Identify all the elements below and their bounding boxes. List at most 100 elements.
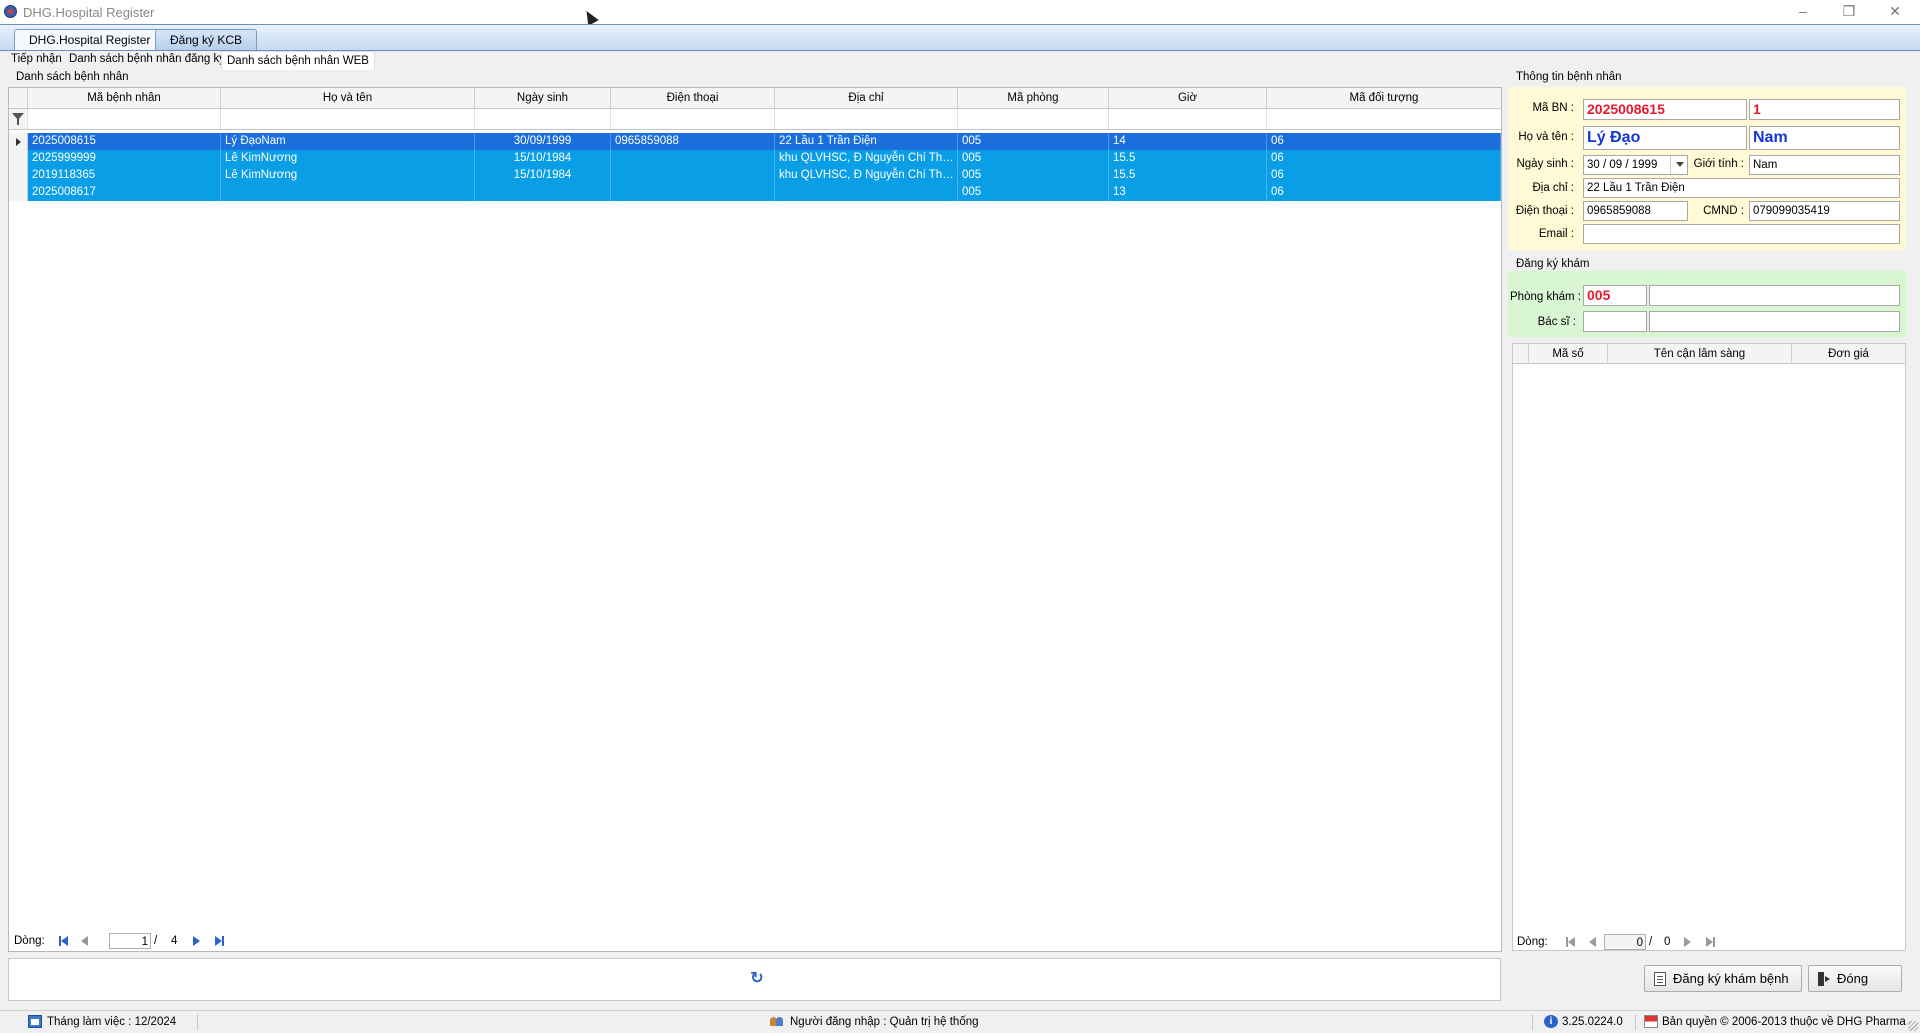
column-header[interactable]: Họ và tên (221, 88, 475, 108)
cell-dia-chi[interactable]: khu QLVHSC, Đ Nguyễn Chí Thanh (775, 167, 958, 184)
dia-chi-field[interactable]: 22 Lầu 1 Trần Điện (1583, 178, 1900, 198)
close-button[interactable]: Đóng (1808, 965, 1902, 992)
phong-kham-code-field[interactable]: 005 (1583, 285, 1647, 306)
cmnd-field[interactable]: 079099035419 (1749, 201, 1900, 221)
tab-hospital-register[interactable]: DHG.Hospital Register (14, 29, 166, 50)
filter-cell[interactable] (1267, 109, 1501, 129)
cell-ma-phong[interactable]: 005 (958, 167, 1109, 184)
cell-gio[interactable]: 15.5 (1109, 150, 1267, 167)
last-page-icon[interactable] (212, 933, 228, 951)
cell-ma-phong[interactable]: 005 (958, 184, 1109, 201)
cell-gio[interactable]: 13 (1109, 184, 1267, 201)
ma-bn-seq-field[interactable]: 1 (1749, 99, 1900, 120)
cell-dien-thoai[interactable] (611, 184, 775, 201)
table-row[interactable]: 2025008615 Lý ĐạoNam 30/09/1999 09658590… (9, 133, 1501, 150)
filter-cell[interactable] (1109, 109, 1267, 129)
cell-ma-phong[interactable]: 005 (958, 150, 1109, 167)
patient-grid-pager: Dòng: 1 / 4 (14, 933, 314, 951)
ten-field[interactable]: Nam (1749, 126, 1900, 150)
ma-bn-field[interactable]: 2025008615 (1583, 99, 1747, 120)
resize-grip-icon[interactable] (1908, 1021, 1918, 1031)
cell-ho-ten[interactable]: Lê KimNương (221, 167, 475, 184)
subtab-danh-sach-dang-ky[interactable]: Danh sách bệnh nhân đăng ký (69, 53, 225, 65)
cell-dia-chi[interactable]: khu QLVHSC, Đ Nguyễn Chí Thanh (775, 150, 958, 167)
table-row[interactable]: 2025999999 Lê KimNương 15/10/1984 khu QL… (9, 150, 1501, 167)
cell-ma-benh-nhan[interactable]: 2019118365 (28, 167, 221, 184)
table-row[interactable]: 2025008617 005 13 06 (9, 184, 1501, 201)
cls-grid: Mã số Tên cận lâm sàng Đơn giá Dòng: 0 /… (1512, 343, 1906, 951)
cell-ma-benh-nhan[interactable]: 2025008615 (28, 133, 221, 150)
last-page-icon[interactable] (1703, 934, 1719, 952)
cell-ma-benh-nhan[interactable]: 2025008617 (28, 184, 221, 201)
tab-dang-ky-kcb[interactable]: Đăng ký KCB (155, 29, 258, 50)
column-header[interactable]: Điện thoại (611, 88, 775, 108)
cell-ngay-sinh[interactable]: 15/10/1984 (475, 167, 611, 184)
patient-grid-header: Mã bệnh nhân Họ và tên Ngày sinh Điện th… (9, 88, 1501, 109)
bac-si-name-field[interactable] (1649, 311, 1900, 332)
bac-si-code-field[interactable] (1583, 311, 1647, 332)
column-header[interactable]: Đơn giá (1792, 344, 1905, 364)
filter-cell[interactable] (28, 109, 221, 129)
register-exam-button[interactable]: Đăng ký khám bệnh (1644, 965, 1802, 992)
column-header[interactable]: Tên cận lâm sàng (1608, 344, 1792, 364)
cell-dien-thoai[interactable] (611, 150, 775, 167)
ngay-sinh-value: 30 / 09 / 1999 (1587, 159, 1658, 171)
filter-cell[interactable] (475, 109, 611, 129)
gioi-tinh-label: Giới tính : (1693, 158, 1744, 170)
column-header[interactable]: Giờ (1109, 88, 1267, 108)
column-header[interactable]: Mã bệnh nhân (28, 88, 221, 108)
cell-ho-ten[interactable]: Lý ĐạoNam (221, 133, 475, 150)
exit-icon (1818, 972, 1830, 986)
email-field[interactable] (1583, 224, 1900, 244)
cell-ma-doi-tuong[interactable]: 06 (1267, 167, 1501, 184)
date-dropdown-button[interactable] (1670, 156, 1687, 174)
ngay-sinh-picker[interactable]: 30 / 09 / 1999 (1583, 155, 1688, 175)
filter-cell[interactable] (611, 109, 775, 129)
restore-button[interactable]: ❐ (1826, 0, 1872, 24)
cell-ngay-sinh[interactable] (475, 184, 611, 201)
column-header[interactable]: Địa chỉ (775, 88, 958, 108)
filter-cell[interactable] (958, 109, 1109, 129)
status-divider (1635, 1014, 1636, 1030)
refresh-icon[interactable]: ↻ (749, 971, 765, 987)
cell-dien-thoai[interactable] (611, 167, 775, 184)
cell-ma-benh-nhan[interactable]: 2025999999 (28, 150, 221, 167)
filter-cell[interactable] (9, 109, 28, 129)
prev-page-icon[interactable] (79, 933, 91, 951)
close-window-button[interactable]: ✕ (1872, 0, 1918, 24)
cell-ngay-sinh[interactable]: 30/09/1999 (475, 133, 611, 150)
cell-dia-chi[interactable] (775, 184, 958, 201)
filter-cell[interactable] (775, 109, 958, 129)
cell-ho-ten[interactable] (221, 184, 475, 201)
filter-cell[interactable] (221, 109, 475, 129)
page-number-input[interactable]: 0 (1604, 934, 1646, 950)
dien-thoai-field[interactable]: 0965859088 (1583, 201, 1688, 221)
cell-ma-doi-tuong[interactable]: 06 (1267, 150, 1501, 167)
phong-kham-name-field[interactable] (1649, 285, 1900, 306)
cell-ma-doi-tuong[interactable]: 06 (1267, 184, 1501, 201)
cell-ngay-sinh[interactable]: 15/10/1984 (475, 150, 611, 167)
table-row[interactable]: 2019118365 Lê KimNương 15/10/1984 khu QL… (9, 167, 1501, 184)
column-header[interactable]: Mã đối tượng (1267, 88, 1501, 108)
ho-dem-field[interactable]: Lý Đạo (1583, 126, 1747, 150)
subtab-danh-sach-web[interactable]: Danh sách bệnh nhân WEB (221, 51, 375, 70)
column-header[interactable]: Ngày sinh (475, 88, 611, 108)
cell-gio[interactable]: 14 (1109, 133, 1267, 150)
cell-dia-chi[interactable]: 22 Lầu 1 Trần Điện (775, 133, 958, 150)
first-page-icon[interactable] (56, 933, 72, 951)
column-header[interactable]: Mã phòng (958, 88, 1109, 108)
column-header[interactable]: Mã số (1529, 344, 1608, 364)
minimize-button[interactable]: – (1780, 0, 1826, 24)
next-page-icon[interactable] (1681, 934, 1693, 952)
prev-page-icon[interactable] (1587, 934, 1599, 952)
gioi-tinh-field[interactable]: Nam (1749, 155, 1900, 175)
next-page-icon[interactable] (190, 933, 202, 951)
first-page-icon[interactable] (1563, 934, 1579, 952)
subtab-tiep-nhan[interactable]: Tiếp nhận (11, 53, 62, 65)
cell-ma-doi-tuong[interactable]: 06 (1267, 133, 1501, 150)
cell-ho-ten[interactable]: Lê KimNương (221, 150, 475, 167)
cell-ma-phong[interactable]: 005 (958, 133, 1109, 150)
cell-dien-thoai[interactable]: 0965859088 (611, 133, 775, 150)
page-number-input[interactable]: 1 (109, 933, 151, 949)
cell-gio[interactable]: 15.5 (1109, 167, 1267, 184)
